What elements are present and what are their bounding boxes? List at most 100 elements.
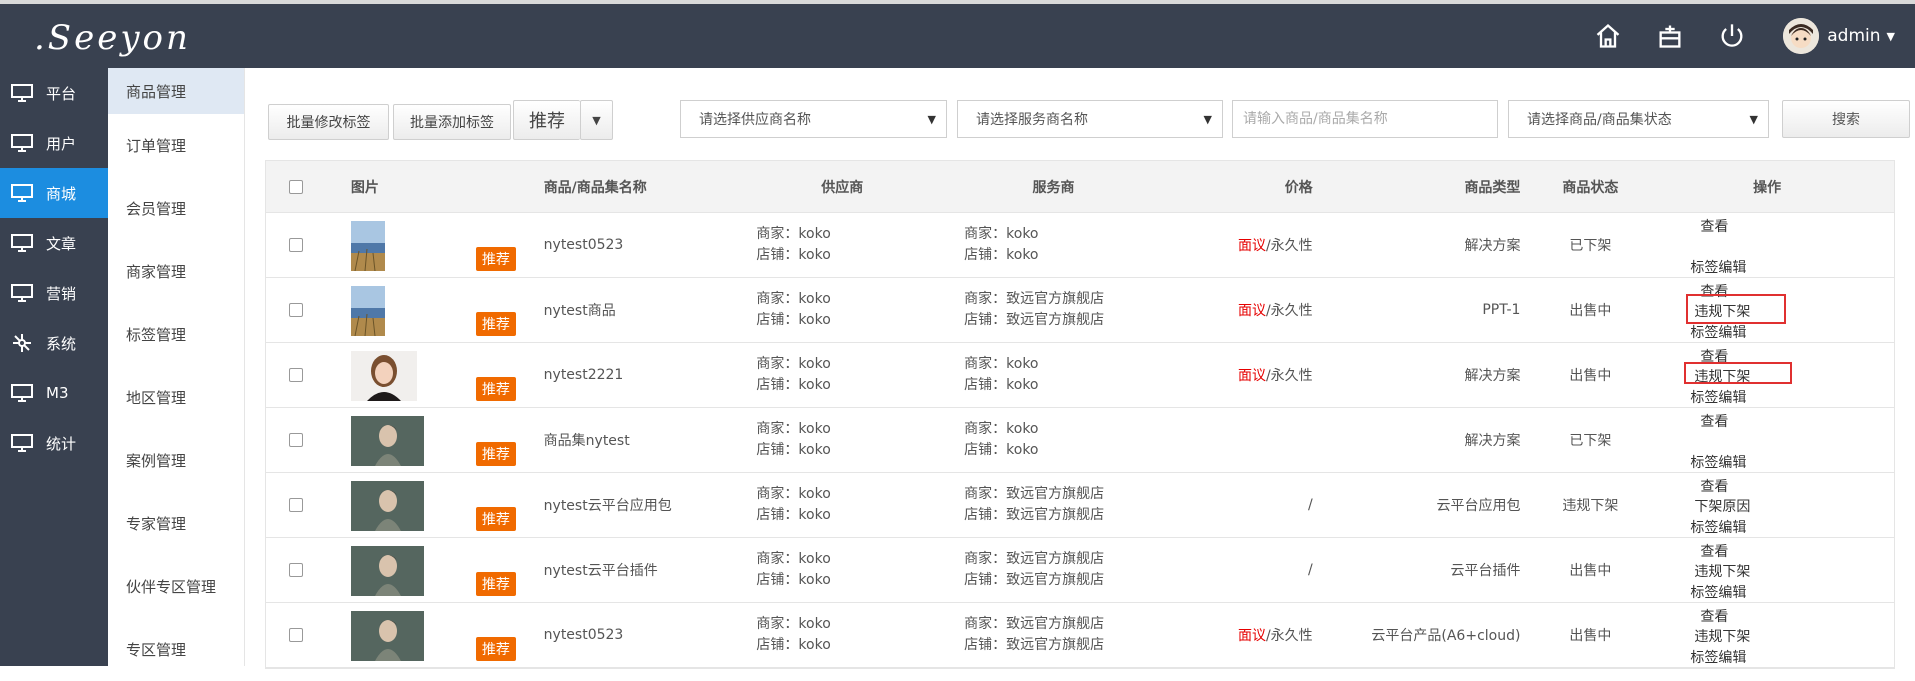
op-mid-link[interactable]: 下架原因 (1694, 496, 1750, 516)
supplier-merchant: 商家：koko (756, 226, 831, 242)
op-mid-link[interactable]: 违规下架 (1694, 626, 1750, 646)
submenu-item-9[interactable]: 专区管理 (108, 618, 244, 681)
edit-tag-link[interactable]: 标签编辑 (1690, 452, 1746, 472)
nav-item-label: 统计 (46, 434, 77, 453)
highlight-box (1686, 294, 1787, 324)
nav-item-0[interactable]: 平台 (0, 68, 108, 118)
product-type: 解决方案 (1464, 238, 1521, 254)
search-button[interactable]: 搜索 (1782, 100, 1910, 138)
table-row: 推荐 商品集nytest 商家：koko 店铺：koko 商家：koko 店铺：koko 解… (266, 408, 1894, 473)
row-checkbox-cell (266, 538, 326, 602)
row-checkbox[interactable] (288, 238, 303, 252)
edit-tag-link[interactable]: 标签编辑 (1690, 582, 1746, 602)
table-row: 推荐 nytest0523 商家：koko 店铺：koko 商家：致远官方旗舰店 店铺：致… (266, 603, 1894, 668)
price-cell: 面议/永久性 (1161, 213, 1333, 277)
nav-item-1[interactable]: 用户 (0, 118, 108, 168)
service-merchant: 商家：致远官方旗舰店 (964, 616, 1105, 632)
supplier-cell: 商家：koko 店铺：koko (738, 408, 946, 472)
edit-tag-link[interactable]: 标签编辑 (1690, 517, 1746, 537)
store-icon[interactable] (1639, 4, 1701, 68)
nav-item-3[interactable]: 文章 (0, 218, 108, 268)
product-status: 已下架 (1569, 433, 1612, 449)
product-thumbnail[interactable] (350, 546, 424, 596)
supplier-cell: 商家：koko 店铺：koko (738, 213, 946, 277)
keyword-input[interactable] (1232, 100, 1498, 138)
select-all-checkbox[interactable] (288, 179, 303, 194)
power-icon[interactable] (1701, 4, 1763, 68)
product-type: 解决方案 (1464, 433, 1521, 449)
row-checkbox[interactable] (288, 563, 303, 577)
product-thumbnail[interactable] (350, 416, 424, 466)
nav-item-6[interactable]: M3 (0, 368, 108, 418)
op-mid-link[interactable]: 违规下架 (1694, 561, 1750, 581)
row-checkbox-cell (266, 343, 326, 407)
edit-tag-link[interactable]: 标签编辑 (1690, 257, 1746, 277)
product-thumbnail[interactable] (350, 221, 385, 271)
status-select[interactable]: 请选择商品/商品集状态 ▼ (1508, 100, 1769, 138)
top-header: .Seeyon admin ▼ (0, 0, 1915, 68)
view-link[interactable]: 查看 (1700, 411, 1728, 431)
supplier-cell: 商家：koko 店铺：koko (738, 538, 946, 602)
submenu-item-8[interactable]: 伙伴专区管理 (108, 555, 244, 618)
supplier-merchant: 商家：koko (756, 486, 831, 502)
nav-item-4[interactable]: 营销 (0, 268, 108, 318)
ops-cell: 查看标签编辑 (1640, 213, 1894, 277)
row-checkbox[interactable] (288, 433, 303, 447)
product-thumbnail[interactable] (350, 611, 424, 661)
submenu-item-7[interactable]: 专家管理 (108, 492, 244, 555)
nav-item-7[interactable]: 统计 (0, 418, 108, 468)
row-checkbox[interactable] (288, 368, 303, 382)
recommend-dropdown-toggle[interactable]: ▼ (580, 100, 613, 140)
batch-add-tag-button[interactable]: 批量添加标签 (393, 104, 511, 140)
nav-item-5[interactable]: 系统 (0, 318, 108, 368)
submenu-item-1[interactable]: 订单管理 (108, 114, 244, 177)
recommend-badge: 推荐 (475, 507, 516, 531)
price-term: / (1307, 497, 1313, 513)
row-checkbox[interactable] (288, 498, 303, 512)
price-cell: 面议/永久性 (1161, 603, 1333, 667)
monitor-icon (10, 383, 34, 403)
service-cell: 商家：koko 店铺：koko (946, 213, 1161, 277)
supplier-merchant: 商家：koko (756, 616, 831, 632)
edit-tag-link[interactable]: 标签编辑 (1690, 387, 1746, 407)
product-status: 出售中 (1569, 368, 1612, 384)
price-cell: / (1161, 538, 1333, 602)
service-cell: 商家：致远官方旗舰店 店铺：致远官方旗舰店 (946, 538, 1161, 602)
service-cell: 商家：koko 店铺：koko (946, 343, 1161, 407)
submenu-item-3[interactable]: 商家管理 (108, 240, 244, 303)
product-thumbnail[interactable] (350, 286, 385, 336)
product-name: 商品集nytest (543, 433, 630, 449)
price-term: /永久性 (1265, 628, 1313, 644)
view-link[interactable]: 查看 (1700, 476, 1728, 496)
supplier-select[interactable]: 请选择供应商名称 ▼ (680, 100, 947, 138)
supplier-shop: 店铺：koko (756, 637, 831, 653)
product-type: 云平台插件 (1450, 563, 1521, 579)
product-thumbnail[interactable] (350, 481, 424, 531)
view-link[interactable]: 查看 (1700, 541, 1728, 561)
recommend-button[interactable]: 推荐 (513, 100, 580, 140)
batch-edit-tag-button[interactable]: 批量修改标签 (268, 104, 389, 140)
ops-cell: 查看 违规下架 标签编辑 (1640, 603, 1894, 667)
view-link[interactable]: 查看 (1700, 606, 1728, 626)
view-link[interactable]: 查看 (1700, 216, 1728, 236)
user-menu[interactable]: admin ▼ (1763, 4, 1915, 68)
submenu-item-6[interactable]: 案例管理 (108, 429, 244, 492)
edit-tag-link[interactable]: 标签编辑 (1690, 322, 1746, 342)
nav-item-2[interactable]: 商城 (0, 168, 108, 218)
row-checkbox[interactable] (288, 303, 303, 317)
service-shop: 店铺：致远官方旗舰店 (964, 572, 1105, 588)
submenu-item-5[interactable]: 地区管理 (108, 366, 244, 429)
submenu-item-0[interactable]: 商品管理 (108, 68, 244, 114)
image-cell: 推荐 (326, 213, 531, 277)
home-icon[interactable] (1577, 4, 1639, 68)
service-select[interactable]: 请选择服务商名称 ▼ (957, 100, 1223, 138)
header-supplier: 供应商 (821, 179, 864, 196)
seeyon-logo[interactable]: .Seeyon (34, 18, 191, 58)
product-thumbnail[interactable] (350, 351, 417, 401)
submenu-item-2[interactable]: 会员管理 (108, 177, 244, 240)
chevron-down-icon: ▼ (1886, 29, 1895, 43)
price-negotiable: 面议 (1237, 303, 1266, 319)
row-checkbox[interactable] (288, 628, 303, 642)
submenu-item-4[interactable]: 标签管理 (108, 303, 244, 366)
edit-tag-link[interactable]: 标签编辑 (1690, 647, 1746, 667)
